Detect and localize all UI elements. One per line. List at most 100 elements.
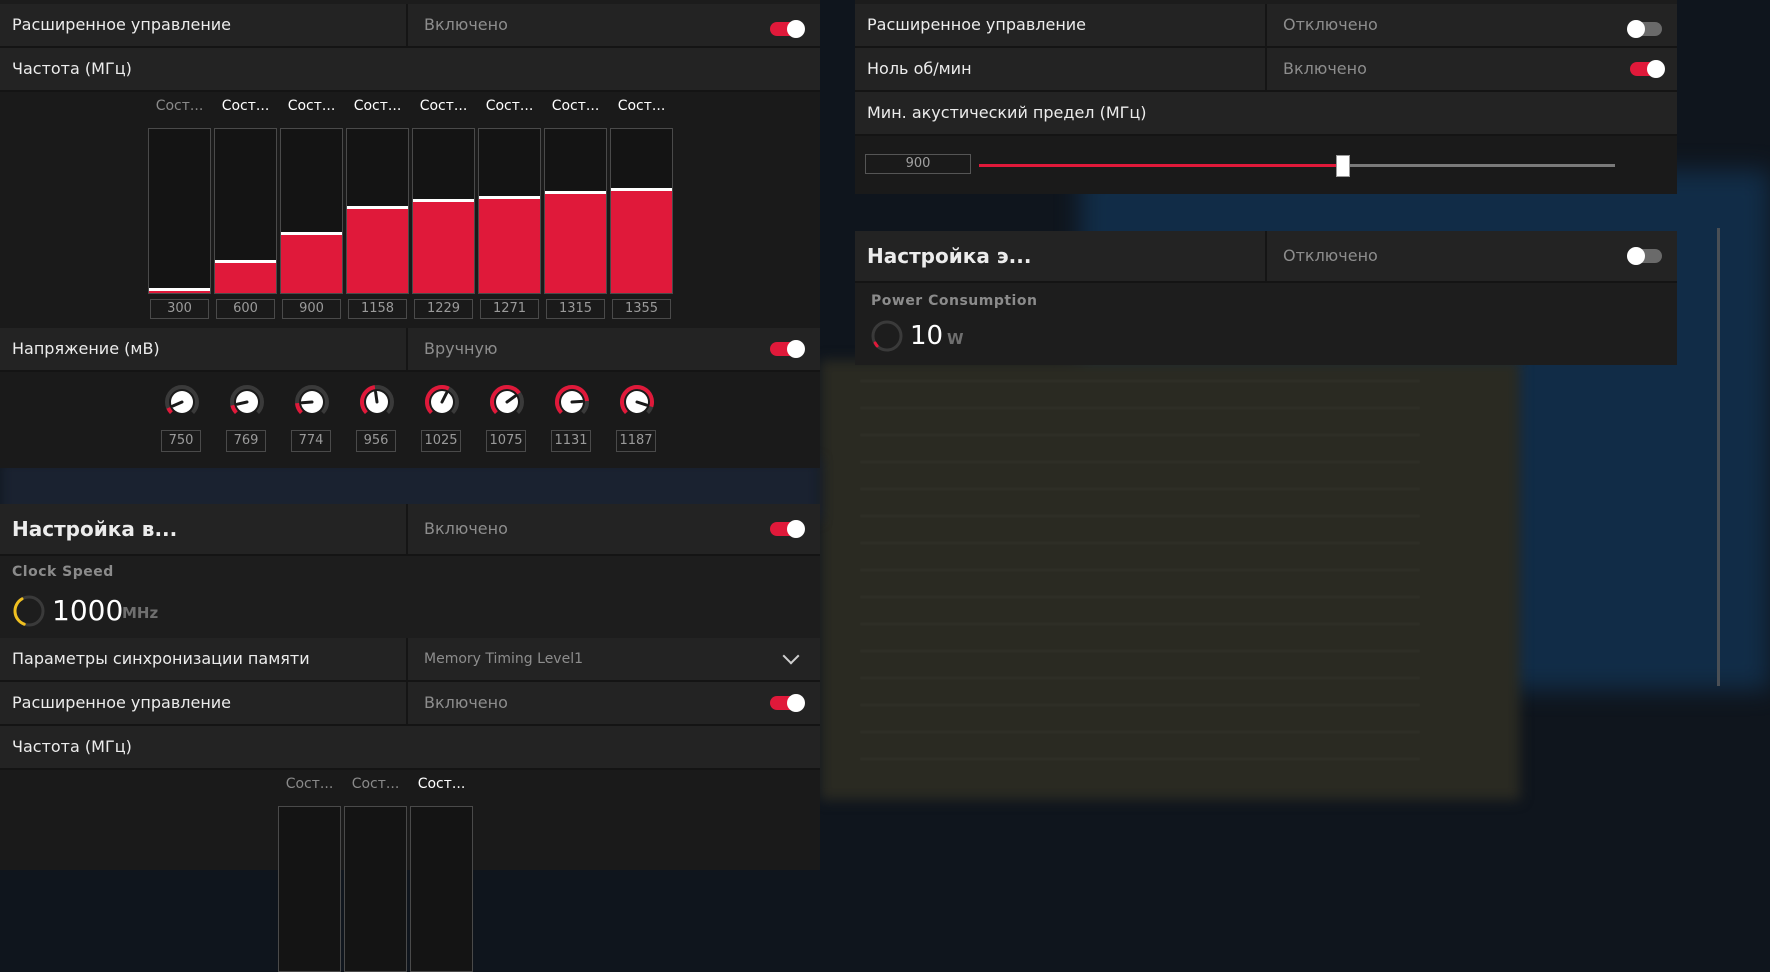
frequency-state-value[interactable]: 1229 [414,299,473,319]
frequency-state-handle[interactable] [215,260,276,263]
voltage-knob-value[interactable]: 1075 [486,430,526,452]
power-tuning-title: Настройка э... [867,244,1032,268]
clock-speed-area: Clock Speed 1000 MHz [0,556,820,642]
voltage-knob-value[interactable]: 1025 [421,430,461,452]
min-acoustic-label: Мин. акустический предел (МГц) [867,103,1147,122]
voltage-mode-value: Вручную [424,339,498,358]
power-gauge-icon [871,320,903,352]
power-consumption-value: 10 [910,321,944,351]
power-tuning-panel: Настройка э... Отключено Power Consumpti… [855,231,1677,365]
voltage-knob-value[interactable]: 1131 [551,430,591,452]
mem-advanced-control-value: Включено [424,693,508,712]
memory-timing-row[interactable]: Параметры синхронизации памяти Memory Ti… [0,638,820,682]
frequency-state-bar[interactable] [346,128,409,294]
frequency-state-title: Сост... [155,98,204,114]
mem-states-area: Сост... Сост... Сост... [0,770,820,972]
voltage-knob-value[interactable]: 769 [226,430,266,452]
advanced-control-row: Расширенное управление Включено [0,4,820,48]
memory-timing-select[interactable]: Memory Timing Level1 [424,638,583,680]
clock-speed-unit: MHz [122,604,159,622]
memory-timing-label: Параметры синхронизации памяти [12,649,310,668]
fan-tuning-panel: Расширенное управление Отключено Ноль об… [855,0,1677,194]
memory-state-bar[interactable] [278,806,341,972]
voltage-knob-dial[interactable] [424,384,460,420]
background-scrollbar[interactable] [1717,228,1720,686]
clock-speed-value: 1000 [52,594,124,627]
frequency-state-bar[interactable] [544,128,607,294]
mem-advanced-control-row: Расширенное управление Включено [0,682,820,726]
vram-tuning-toggle[interactable] [770,520,805,538]
zero-rpm-row: Ноль об/мин Включено [855,48,1677,92]
frequency-state-title: Сост... [353,98,402,114]
voltage-knobs-area: 750 769 774 956 1025 1075 1131 1187 [0,372,820,468]
frequency-state-handle[interactable] [479,196,540,199]
voltage-knob-dial[interactable] [554,384,590,420]
memory-state-title: Сост... [351,776,400,792]
voltage-knob-dial[interactable] [359,384,395,420]
mem-advanced-control-toggle[interactable] [770,694,805,712]
vram-tuning-title: Настройка в... [12,517,178,541]
frequency-states-area: Сост... 300 Сост... 600 Сост... 900 Сост... 115… [0,92,820,328]
chevron-down-icon[interactable] [782,647,800,665]
zero-rpm-label: Ноль об/мин [867,59,972,78]
min-acoustic-row: Мин. акустический предел (МГц) [855,92,1677,136]
frequency-state-title: Сост... [617,98,666,114]
vram-tuning-value: Включено [424,519,508,538]
frequency-header-row: Частота (МГц) [0,48,820,92]
mem-frequency-header-label: Частота (МГц) [12,737,132,756]
frequency-state-bar[interactable] [214,128,277,294]
frequency-state-value[interactable]: 1271 [480,299,539,319]
frequency-state-handle[interactable] [281,232,342,235]
frequency-state-bar[interactable] [280,128,343,294]
frequency-state-bar[interactable] [148,128,211,294]
voltage-label: Напряжение (мВ) [12,339,160,358]
frequency-state-value[interactable]: 300 [150,299,209,319]
frequency-state-value[interactable]: 600 [216,299,275,319]
frequency-state-bar[interactable] [610,128,673,294]
frequency-state-value[interactable]: 1158 [348,299,407,319]
frequency-state-value[interactable]: 1355 [612,299,671,319]
power-tuning-toggle[interactable] [1627,247,1662,265]
frequency-state-value[interactable]: 1315 [546,299,605,319]
zero-rpm-toggle[interactable] [1630,60,1665,78]
power-tuning-row: Настройка э... Отключено [855,231,1677,283]
fan-advanced-control-toggle[interactable] [1627,20,1662,38]
frequency-state-bar[interactable] [412,128,475,294]
zero-rpm-value: Включено [1283,59,1367,78]
voltage-knob-value[interactable]: 750 [161,430,201,452]
mem-frequency-header-row: Частота (МГц) [0,726,820,770]
frequency-state-fill [479,198,540,293]
memory-state-bar[interactable] [410,806,473,972]
voltage-knob-dial[interactable] [619,384,655,420]
frequency-state-handle[interactable] [413,199,474,202]
voltage-toggle[interactable] [770,340,805,358]
memory-state-title: Сост... [285,776,334,792]
frequency-state-fill [413,201,474,293]
frequency-state-handle[interactable] [347,206,408,209]
memory-state-bar[interactable] [344,806,407,972]
power-tuning-value: Отключено [1283,246,1378,265]
frequency-state-title: Сост... [287,98,336,114]
voltage-row: Напряжение (мВ) Вручную [0,328,820,372]
voltage-knob-dial[interactable] [489,384,525,420]
frequency-state-fill [215,262,276,293]
min-acoustic-slider-track[interactable] [979,164,1615,167]
advanced-control-toggle[interactable] [770,20,805,38]
frequency-state-bar[interactable] [478,128,541,294]
frequency-state-value[interactable]: 900 [282,299,341,319]
frequency-state-handle[interactable] [149,288,210,291]
frequency-state-handle[interactable] [545,191,606,194]
voltage-knob-dial[interactable] [294,384,330,420]
frequency-state-fill [545,193,606,293]
min-acoustic-slider-thumb[interactable] [1335,155,1350,177]
frequency-state-title: Сост... [221,98,270,114]
frequency-state-handle[interactable] [611,188,672,191]
frequency-state-fill [347,208,408,293]
frequency-state-title: Сост... [485,98,534,114]
voltage-knob-value[interactable]: 1187 [616,430,656,452]
voltage-knob-dial[interactable] [229,384,265,420]
voltage-knob-value[interactable]: 956 [356,430,396,452]
min-acoustic-input[interactable]: 900 [865,154,971,174]
voltage-knob-dial[interactable] [164,384,200,420]
voltage-knob-value[interactable]: 774 [291,430,331,452]
